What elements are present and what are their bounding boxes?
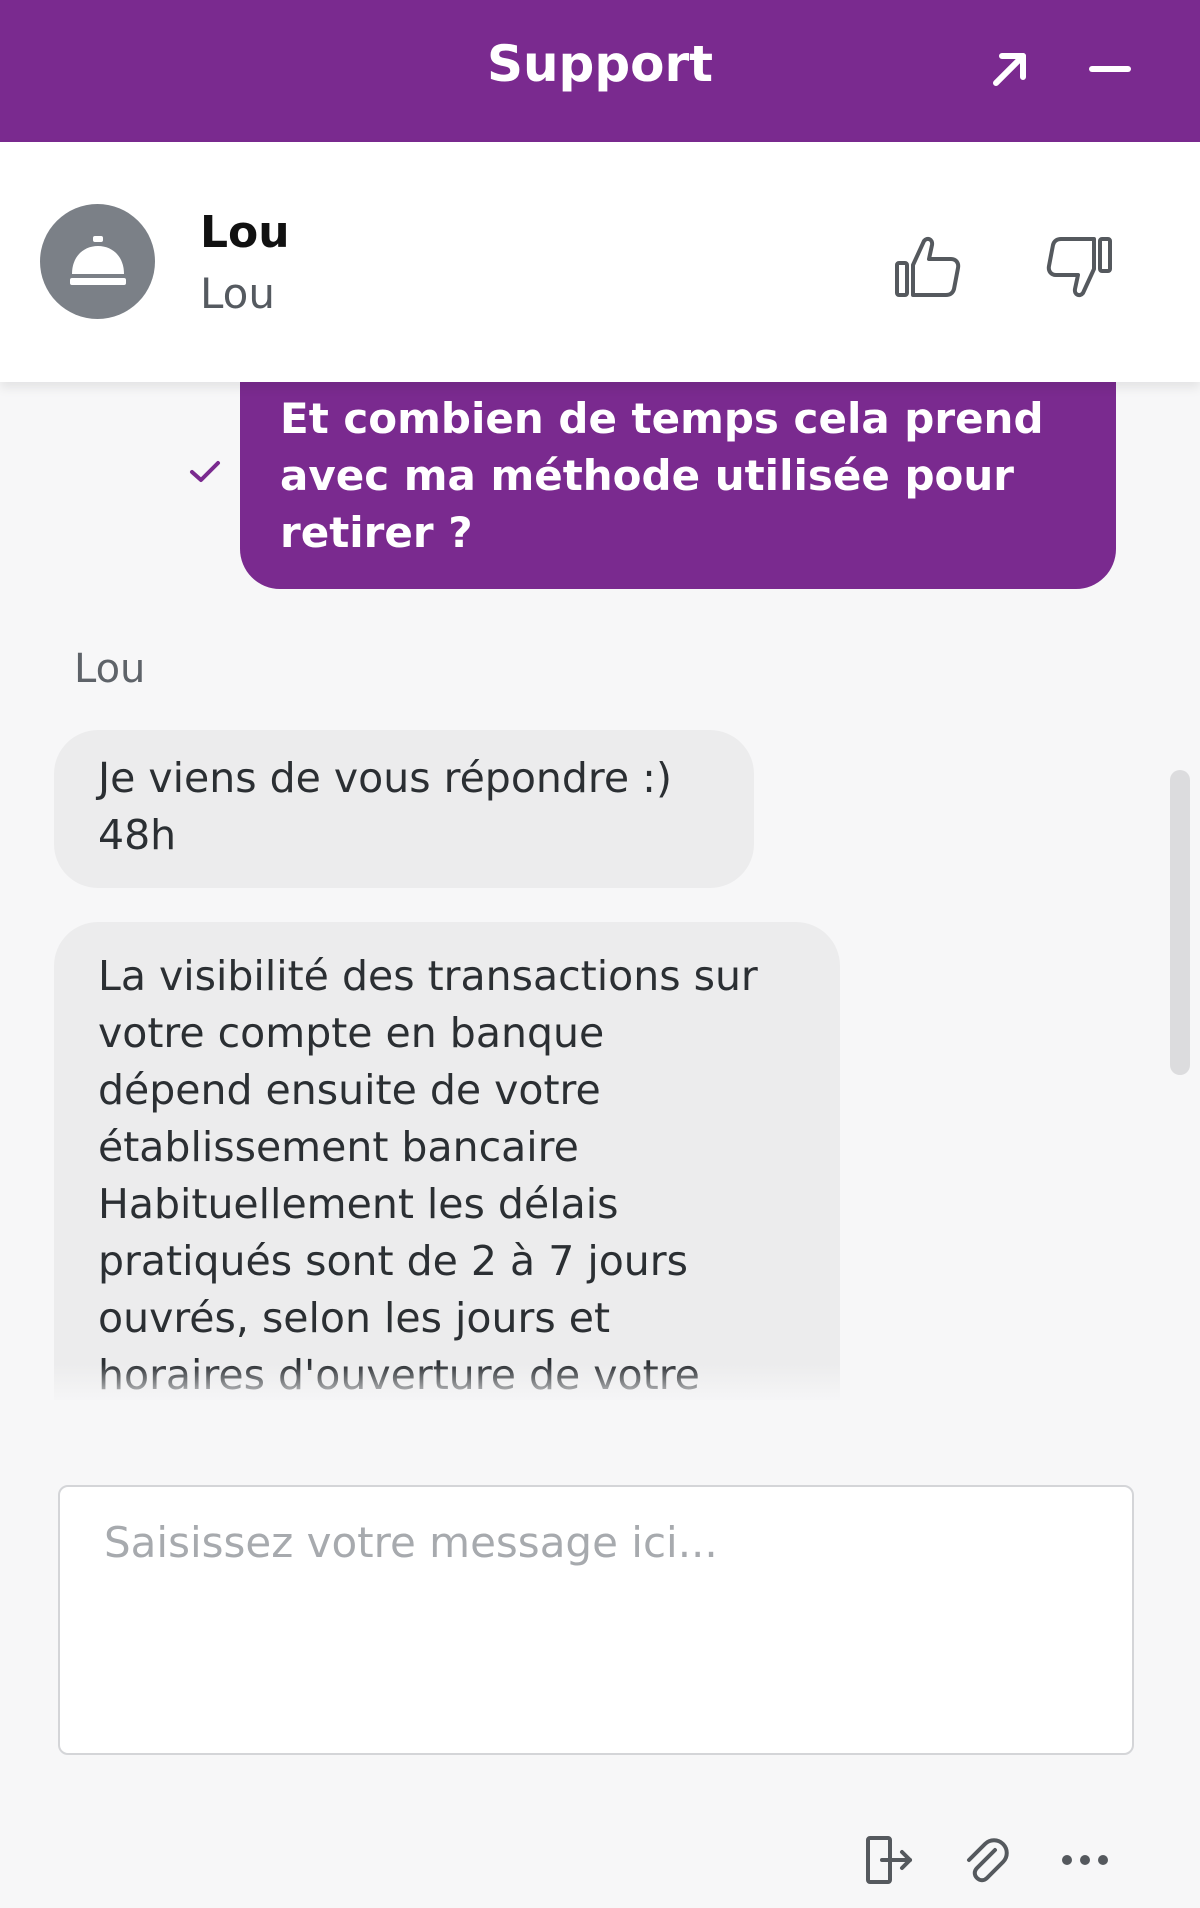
sender-label: Lou bbox=[74, 646, 146, 692]
thumbs-up-icon bbox=[895, 236, 961, 297]
attach-file-button[interactable] bbox=[950, 1825, 1020, 1895]
paperclip-icon bbox=[967, 1838, 1009, 1883]
chat-header: Support bbox=[0, 0, 1200, 142]
thumbs-down-icon bbox=[1046, 237, 1112, 298]
agent-subtitle: Lou bbox=[200, 269, 275, 318]
agent-name: Lou bbox=[200, 207, 290, 258]
message-input[interactable] bbox=[58, 1485, 1134, 1755]
exit-chat-icon bbox=[866, 1836, 912, 1884]
check-icon bbox=[190, 461, 220, 482]
incoming-message: La visibilité des transactions sur votre… bbox=[54, 922, 840, 1400]
thumbs-down-button[interactable] bbox=[1035, 222, 1125, 312]
more-options-button[interactable] bbox=[1050, 1825, 1120, 1895]
minimize-button[interactable] bbox=[1075, 34, 1145, 104]
support-chat-widget: Support Lou Lou Et combien de temps cela… bbox=[0, 0, 1200, 1908]
thumbs-up-button[interactable] bbox=[882, 222, 972, 312]
arrow-up-right-icon bbox=[993, 53, 1026, 86]
incoming-message: Je viens de vous répondre :) 48h bbox=[54, 730, 754, 888]
more-options-icon bbox=[1062, 1855, 1108, 1865]
end-chat-button[interactable] bbox=[855, 1825, 925, 1895]
service-bell-icon bbox=[69, 235, 126, 285]
minimize-icon bbox=[1089, 66, 1131, 72]
scrollbar-thumb[interactable] bbox=[1170, 770, 1190, 1075]
agent-avatar bbox=[40, 204, 155, 319]
message-list[interactable]: Et combien de temps cela prend avec ma m… bbox=[0, 382, 1200, 1400]
outgoing-message: Et combien de temps cela prend avec ma m… bbox=[240, 382, 1116, 589]
expand-button[interactable] bbox=[975, 34, 1045, 104]
agent-bar: Lou Lou bbox=[0, 142, 1200, 382]
